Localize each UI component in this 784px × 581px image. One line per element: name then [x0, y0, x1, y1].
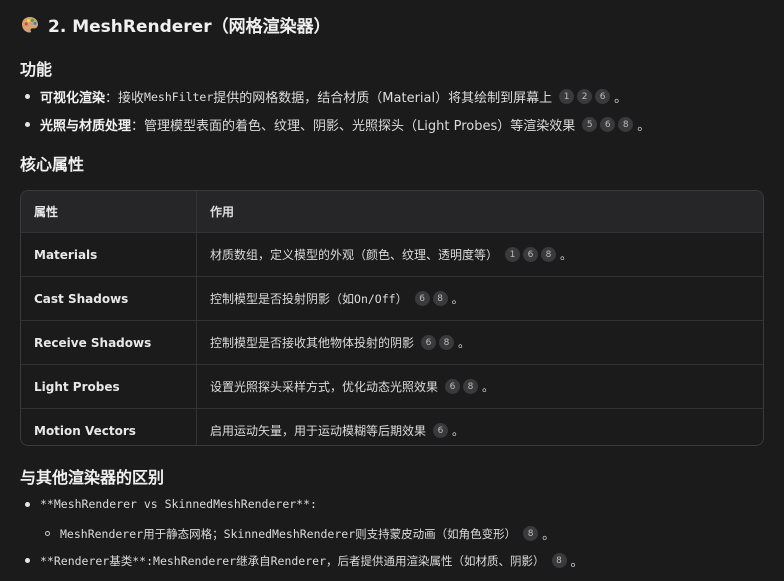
- citation-badge[interactable]: 8: [523, 526, 539, 541]
- citation-badge[interactable]: 6: [433, 423, 449, 438]
- section-heading: 2. MeshRenderer（网格渲染器）: [20, 12, 331, 37]
- desc-end: 。: [482, 380, 495, 394]
- document: 2. MeshRenderer（网格渲染器） 功能 可视化渲染 ： 接收 Mes…: [0, 0, 784, 581]
- table-header-row: 属性 作用: [21, 191, 763, 232]
- citation-badge[interactable]: 8: [551, 553, 567, 568]
- palette-icon: [20, 15, 40, 35]
- item-text: 接收: [118, 91, 145, 106]
- diff-heading: 与其他渲染器的区别: [20, 468, 165, 487]
- table-row: Cast Shadows 控制模型是否投射阴影（如 On/Off ） 6 8 。: [21, 276, 763, 320]
- property-desc: 启用运动矢量，用于运动模糊等后期效果 6 。: [197, 409, 763, 445]
- citation-badge[interactable]: 8: [439, 335, 455, 350]
- item-sep: ：: [105, 91, 119, 106]
- citation-badge[interactable]: 6: [523, 247, 539, 262]
- property-desc: 材质数组，定义模型的外观（颜色、纹理、透明度等） 1 6 8 。: [197, 233, 763, 276]
- list-item: **MeshRenderer vs SkinnedMeshRenderer**:: [25, 497, 317, 511]
- item-text: 管理模型表面的着色、纹理、阴影、光照探头（Light Probes）等渲染效果: [144, 119, 576, 134]
- citation-badge[interactable]: 6: [595, 89, 611, 104]
- item-end: 。: [614, 91, 628, 106]
- property-name: Light Probes: [21, 365, 197, 408]
- column-header: 作用: [210, 205, 235, 219]
- citation-badge[interactable]: 8: [618, 117, 634, 132]
- desc-end: 。: [452, 424, 465, 438]
- bullet-dot: [25, 501, 30, 507]
- item-end: 。: [542, 528, 556, 543]
- citation-badge[interactable]: 2: [577, 89, 593, 104]
- inline-code: On/Off: [354, 291, 396, 306]
- bullet-ring: [45, 531, 50, 536]
- bullet-dot: [25, 94, 30, 99]
- desc-text: 控制模型是否投射阴影（如: [210, 292, 355, 306]
- function-heading: 功能: [20, 60, 53, 79]
- sub-list-item: MeshRenderer用于静态网格；SkinnedMeshRenderer则支…: [45, 524, 555, 543]
- property-desc: 控制模型是否接收其他物体投射的阴影 6 8 。: [197, 321, 763, 364]
- citation-badge[interactable]: 6: [445, 379, 461, 394]
- item-label: 可视化渲染: [40, 91, 106, 106]
- item-text: MeshRenderer继承自Renderer，后者提供通用渲染属性（如材质、阴…: [153, 553, 545, 568]
- desc-text: 控制模型是否接收其他物体投射的阴影: [210, 336, 415, 350]
- citation-badge[interactable]: 8: [432, 291, 448, 306]
- citation-badge[interactable]: 6: [421, 335, 437, 350]
- item-text: 提供的网格数据，结合材质（Material）将其绘制到屏幕上: [213, 91, 553, 106]
- list-item: **Renderer基类**: MeshRenderer继承自Renderer，…: [25, 551, 584, 570]
- property-name: Motion Vectors: [21, 409, 197, 445]
- bullet-dot: [25, 558, 30, 563]
- table-row: Materials 材质数组，定义模型的外观（颜色、纹理、透明度等） 1 6 8…: [21, 232, 763, 276]
- properties-table: 属性 作用 Materials 材质数组，定义模型的外观（颜色、纹理、透明度等）…: [20, 190, 764, 446]
- property-name: Receive Shadows: [21, 321, 197, 364]
- desc-end: 。: [451, 292, 464, 306]
- desc-text: 启用运动矢量，用于运动模糊等后期效果: [210, 424, 427, 438]
- item-label: 光照与材质处理: [40, 119, 132, 134]
- desc-text: ）: [395, 292, 408, 306]
- item-end: 。: [570, 555, 584, 570]
- table-row: Motion Vectors 启用运动矢量，用于运动模糊等后期效果 6 。: [21, 408, 763, 445]
- desc-end: 。: [458, 336, 471, 350]
- list-item: 可视化渲染 ： 接收 MeshFilter 提供的网格数据，结合材质（Mater…: [25, 87, 627, 106]
- citation-badge[interactable]: 1: [505, 247, 521, 262]
- inline-code: MeshFilter: [144, 89, 214, 104]
- citation-badge[interactable]: 6: [600, 117, 616, 132]
- core-heading: 核心属性: [20, 155, 85, 174]
- citation-badge[interactable]: 1: [559, 89, 575, 104]
- citation-badge[interactable]: 5: [582, 117, 598, 132]
- citation-badge[interactable]: 8: [463, 379, 479, 394]
- item-end: 。: [637, 119, 651, 134]
- table-row: Receive Shadows 控制模型是否接收其他物体投射的阴影 6 8 。: [21, 320, 763, 364]
- citation-badge[interactable]: 6: [414, 291, 430, 306]
- bullet-dot: [25, 122, 30, 127]
- desc-text: 设置光照探头采样方式，优化动态光照效果: [210, 380, 439, 394]
- item-sep: ：: [131, 119, 145, 134]
- table-row: Light Probes 设置光照探头采样方式，优化动态光照效果 6 8 。: [21, 364, 763, 408]
- item-text: MeshRenderer用于静态网格；SkinnedMeshRenderer则支…: [60, 526, 517, 541]
- list-item: 光照与材质处理 ： 管理模型表面的着色、纹理、阴影、光照探头（Light Pro…: [25, 115, 650, 134]
- citation-badge[interactable]: 8: [541, 247, 557, 262]
- property-desc: 控制模型是否投射阴影（如 On/Off ） 6 8 。: [197, 277, 763, 320]
- property-desc: 设置光照探头采样方式，优化动态光照效果 6 8 。: [197, 365, 763, 408]
- property-name: Materials: [21, 233, 197, 276]
- section-title: 2. MeshRenderer（网格渲染器）: [48, 17, 331, 37]
- item-text: **Renderer基类**:: [40, 553, 154, 568]
- desc-text: 材质数组，定义模型的外观（颜色、纹理、透明度等）: [210, 248, 499, 262]
- property-name: Cast Shadows: [21, 277, 197, 320]
- desc-end: 。: [560, 248, 573, 262]
- item-text: **MeshRenderer vs SkinnedMeshRenderer**:: [40, 497, 317, 511]
- column-header: 属性: [21, 191, 197, 232]
